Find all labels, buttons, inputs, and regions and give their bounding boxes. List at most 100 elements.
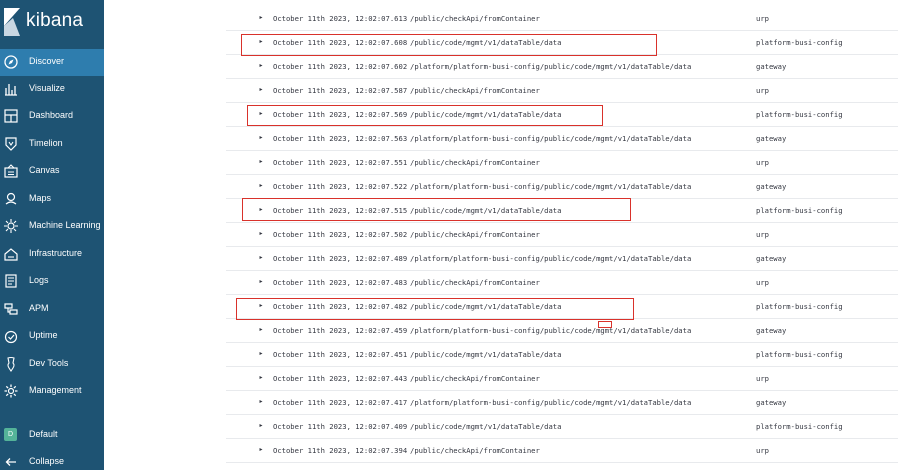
arrow-left-icon — [5, 458, 16, 466]
timestamp-cell: October 11th 2023, 12:02:07.489 — [273, 254, 408, 263]
uri-cell: /public/checkApi/fromContainer — [410, 14, 540, 23]
expand-row-icon[interactable]: ▸ — [256, 181, 266, 191]
app-cell: platform-busi-config — [756, 302, 843, 311]
uri-cell: /public/code/mgmt/v1/dataTable/data — [410, 206, 562, 215]
app-cell: gateway — [756, 134, 787, 143]
kibana-logo[interactable]: kibana — [0, 0, 104, 44]
expand-row-icon[interactable]: ▸ — [256, 37, 266, 47]
table-row[interactable]: ▸ October 11th 2023, 12:02:07.443 /publi… — [226, 367, 898, 391]
sidebar-item-label: APM — [29, 303, 49, 313]
expand-row-icon[interactable]: ▸ — [256, 13, 266, 23]
timestamp-cell: October 11th 2023, 12:02:07.417 — [273, 398, 408, 407]
space-avatar: D — [4, 428, 17, 441]
app-cell: gateway — [756, 62, 787, 71]
expand-row-icon[interactable]: ▸ — [256, 109, 266, 119]
uri-cell: /platform/platform-busi-config/public/co… — [410, 62, 692, 71]
sidebar-item-canvas[interactable]: Canvas — [0, 158, 104, 185]
kibana-app: kibana Discover Visualize Dashboard Time… — [0, 0, 898, 470]
expand-row-icon[interactable]: ▸ — [256, 349, 266, 359]
app-cell: urp — [756, 158, 769, 167]
dashboard-icon — [4, 109, 18, 123]
timestamp-cell: October 11th 2023, 12:02:07.608 — [273, 38, 408, 47]
expand-row-icon[interactable]: ▸ — [256, 61, 266, 71]
table-row[interactable]: ▸ October 11th 2023, 12:02:07.608 /publi… — [226, 31, 898, 55]
table-row[interactable]: ▸ October 11th 2023, 12:02:07.489 /platf… — [226, 247, 898, 271]
sidebar-item-label: Canvas — [29, 165, 60, 175]
sidebar-item-discover[interactable]: Discover — [0, 49, 104, 76]
app-cell: gateway — [756, 182, 787, 191]
sidebar-item-timelion[interactable]: Timelion — [0, 131, 104, 158]
sidebar-item-dev-tools[interactable]: Dev Tools — [0, 351, 104, 378]
timestamp-cell: October 11th 2023, 12:02:07.502 — [273, 230, 408, 239]
table-row[interactable]: ▸ October 11th 2023, 12:02:07.459 /platf… — [226, 319, 898, 343]
expand-row-icon[interactable]: ▸ — [256, 373, 266, 383]
expand-row-icon[interactable]: ▸ — [256, 253, 266, 263]
sidebar-item-maps[interactable]: Maps — [0, 186, 104, 213]
sidebar-item-label: Discover — [29, 56, 65, 66]
table-row[interactable]: ▸ October 11th 2023, 12:02:07.409 /publi… — [226, 415, 898, 439]
sidebar-item-machine-learning[interactable]: Machine Learning — [0, 213, 104, 240]
timestamp-cell: October 11th 2023, 12:02:07.459 — [273, 326, 408, 335]
table-row[interactable]: ▸ October 11th 2023, 12:02:07.483 /publi… — [226, 271, 898, 295]
timestamp-cell: October 11th 2023, 12:02:07.483 — [273, 278, 408, 287]
table-row[interactable]: ▸ October 11th 2023, 12:02:07.613 /publi… — [226, 7, 898, 31]
collapse-label: Collapse — [29, 456, 65, 466]
uri-cell: /platform/platform-busi-config/public/co… — [410, 326, 692, 335]
app-cell: platform-busi-config — [756, 206, 843, 215]
expand-row-icon[interactable]: ▸ — [256, 325, 266, 335]
expand-row-icon[interactable]: ▸ — [256, 157, 266, 167]
sidebar-item-apm[interactable]: APM — [0, 296, 104, 323]
canvas-icon — [4, 164, 18, 178]
table-row[interactable]: ▸ October 11th 2023, 12:02:07.394 /publi… — [226, 439, 898, 463]
table-row[interactable]: ▸ October 11th 2023, 12:02:07.482 /publi… — [226, 295, 898, 319]
expand-row-icon[interactable]: ▸ — [256, 205, 266, 215]
sidebar-nav: kibana Discover Visualize Dashboard Time… — [0, 0, 104, 470]
uri-cell: /platform/platform-busi-config/public/co… — [410, 182, 692, 191]
sidebar-item-label: Logs — [29, 275, 49, 285]
sidebar-item-management[interactable]: Management — [0, 378, 104, 405]
expand-row-icon[interactable]: ▸ — [256, 421, 266, 431]
space-selector[interactable]: D Default — [0, 422, 104, 449]
sidebar-item-label: Dev Tools — [29, 358, 69, 368]
maps-icon — [5, 192, 17, 205]
logs-icon — [5, 274, 17, 288]
sidebar-item-label: Maps — [29, 193, 52, 203]
table-row[interactable]: ▸ October 11th 2023, 12:02:07.551 /publi… — [226, 151, 898, 175]
expand-row-icon[interactable]: ▸ — [256, 397, 266, 407]
table-row[interactable]: ▸ October 11th 2023, 12:02:07.563 /platf… — [226, 127, 898, 151]
kibana-logo-icon — [4, 8, 20, 36]
timestamp-cell: October 11th 2023, 12:02:07.613 — [273, 14, 408, 23]
app-cell: platform-busi-config — [756, 38, 843, 47]
sidebar-item-visualize[interactable]: Visualize — [0, 76, 104, 103]
table-row[interactable]: ▸ October 11th 2023, 12:02:07.515 /publi… — [226, 199, 898, 223]
app-cell: urp — [756, 86, 769, 95]
app-cell: urp — [756, 278, 769, 287]
sidebar-item-logs[interactable]: Logs — [0, 268, 104, 295]
table-row[interactable]: ▸ October 11th 2023, 12:02:07.569 /publi… — [226, 103, 898, 127]
table-row[interactable]: ▸ October 11th 2023, 12:02:07.451 /publi… — [226, 343, 898, 367]
uri-cell: /public/checkApi/fromContainer — [410, 446, 540, 455]
app-cell: urp — [756, 374, 769, 383]
uri-cell: /platform/platform-busi-config/public/co… — [410, 398, 692, 407]
table-row[interactable]: ▸ October 11th 2023, 12:02:07.502 /publi… — [226, 223, 898, 247]
expand-row-icon[interactable]: ▸ — [256, 229, 266, 239]
app-cell: gateway — [756, 398, 787, 407]
expand-row-icon[interactable]: ▸ — [256, 301, 266, 311]
sidebar-item-uptime[interactable]: Uptime — [0, 323, 104, 350]
sidebar-item-label: Timelion — [29, 138, 63, 148]
table-row[interactable]: ▸ October 11th 2023, 12:02:07.417 /platf… — [226, 391, 898, 415]
collapse-button[interactable]: Collapse — [0, 449, 104, 470]
uri-cell: /public/code/mgmt/v1/dataTable/data — [410, 422, 562, 431]
uptime-icon — [4, 330, 18, 344]
sidebar-item-dashboard[interactable]: Dashboard — [0, 103, 104, 130]
table-row[interactable]: ▸ October 11th 2023, 12:02:07.602 /platf… — [226, 55, 898, 79]
app-cell: gateway — [756, 326, 787, 335]
expand-row-icon[interactable]: ▸ — [256, 445, 266, 455]
expand-row-icon[interactable]: ▸ — [256, 277, 266, 287]
sidebar-item-infrastructure[interactable]: Infrastructure — [0, 241, 104, 268]
app-cell: platform-busi-config — [756, 110, 843, 119]
expand-row-icon[interactable]: ▸ — [256, 85, 266, 95]
expand-row-icon[interactable]: ▸ — [256, 133, 266, 143]
table-row[interactable]: ▸ October 11th 2023, 12:02:07.587 /publi… — [226, 79, 898, 103]
table-row[interactable]: ▸ October 11th 2023, 12:02:07.522 /platf… — [226, 175, 898, 199]
